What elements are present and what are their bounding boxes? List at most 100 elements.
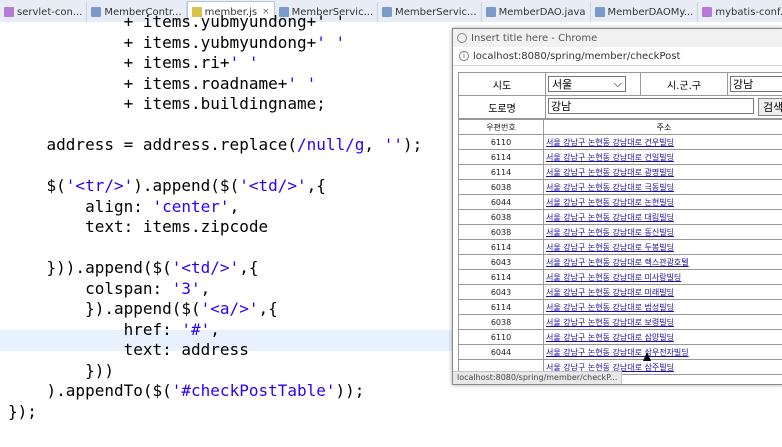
- popup-title: Insert title here - Chrome: [471, 32, 598, 44]
- table-row: 6114 서울 강남구 논현동 강남대로 광명빌딩: [458, 164, 782, 180]
- address-cell: 서울 강남구 논현동 강남대로 미래빌딩: [543, 284, 782, 300]
- code-line: text: address: [8, 340, 249, 359]
- search-form-table: 시도 서울 ⌵ 시.군.구 강남 도로명 강남 검색: [458, 72, 782, 119]
- address-column-header: 주소: [543, 119, 782, 135]
- table-row: 6114 서울 강남구 논현동 강남대로 두봉빌딩: [458, 239, 782, 255]
- code-line: $('<tr/>').append($('<td/>',{: [8, 176, 326, 195]
- java-icon: [594, 7, 605, 17]
- mouse-cursor: [643, 352, 651, 361]
- check-post-form: 시도 서울 ⌵ 시.군.구 강남 도로명 강남 검색 우편번호 주소 6110 …: [458, 72, 782, 375]
- page-icon: [457, 33, 467, 43]
- code-line: text: items.zipcode: [8, 217, 269, 236]
- address-cell: 서울 강남구 논현동 강남대로 두봉빌딩: [543, 239, 782, 255]
- address-cell: 서울 강남구 논현동 강남대로 동신빌딩: [543, 224, 782, 240]
- sigungu-label: 시.군.구: [640, 72, 728, 96]
- zipcode-cell: 6110: [458, 329, 544, 345]
- code-text: + items.yubmyundong+' ' + items.yubmyund…: [8, 12, 422, 422]
- address-cell: 서울 강남구 논현동 강남대로 미사랑빌딩: [543, 269, 782, 285]
- xml-icon: [702, 7, 713, 17]
- table-row: 6038 서울 강남구 논현동 강남대로 극동빌딩: [458, 179, 782, 195]
- zipcode-cell: 6114: [458, 239, 544, 255]
- address-link[interactable]: 서울 강남구 논현동 강남대로 건우빌딩: [546, 138, 674, 147]
- zipcode-cell: 6038: [458, 314, 544, 330]
- address-cell: 서울 강남구 논현동 강남대로 렉스관광호텔: [543, 254, 782, 270]
- table-row: 6044 서울 강남구 논현동 강남대로 삼우전자빌딩: [458, 344, 782, 360]
- table-row: 6038 서울 강남구 논현동 강남대로 대림빌딩: [458, 209, 782, 225]
- table-row: 6110 서울 강남구 논현동 강남대로 삼양빌딩: [458, 329, 782, 345]
- zipcode-cell: 6038: [458, 179, 544, 195]
- table-row: 6043 서울 강남구 논현동 강남대로 미래빌딩: [458, 284, 782, 300]
- zipcode-cell: 6044: [458, 344, 544, 360]
- address-link[interactable]: 서울 강남구 논현동 강남대로 논현빌딩: [546, 198, 674, 207]
- sigungu-select[interactable]: 강남: [730, 76, 782, 92]
- address-link[interactable]: 서울 강남구 논현동 강남대로 미사랑빌딩: [546, 273, 681, 282]
- address-link[interactable]: 서울 강남구 논현동 강남대로 미래빌딩: [546, 288, 674, 297]
- popup-url[interactable]: localhost:8080/spring/member/checkPost: [473, 51, 680, 62]
- code-line: + items.yubmyundong+' ': [8, 12, 346, 31]
- tab-label: mybatis-conf...: [715, 6, 782, 18]
- code-line: colspan: '3',: [8, 278, 211, 298]
- address-link[interactable]: 서울 강남구 논현동 강남대로 삼양빌딩: [546, 333, 674, 342]
- zipcode-cell: 6110: [458, 134, 544, 150]
- address-link[interactable]: 서울 강남구 논현동 강남대로 대림빌딩: [546, 213, 674, 222]
- table-row: 6114 서울 강남구 논현동 강남대로 범성빌딩: [458, 299, 782, 315]
- zipcode-cell: 6114: [458, 269, 544, 285]
- address-cell: 서울 강남구 논현동 강남대로 논현빌딩: [543, 194, 782, 210]
- address-link[interactable]: 서울 강남구 논현동 강남대로 범성빌딩: [546, 303, 674, 312]
- code-line: });: [8, 401, 37, 421]
- address-link[interactable]: 서울 강남구 논현동 강남대로 두봉빌딩: [546, 243, 674, 252]
- code-line: href: '#',: [8, 319, 220, 339]
- table-row: 6043 서울 강남구 논현동 강남대로 렉스관광호텔: [458, 254, 782, 270]
- editor-tab[interactable]: MemberDAO.java: [482, 2, 591, 22]
- address-cell: 서울 강남구 논현동 강남대로 범성빌딩: [543, 299, 782, 315]
- sido-select[interactable]: 서울 ⌵: [548, 76, 626, 92]
- address-cell: 서울 강남구 논현동 강남대로 삼양빌딩: [543, 329, 782, 345]
- info-icon[interactable]: i: [459, 51, 469, 61]
- code-line: + items.ri+' ': [8, 53, 259, 72]
- sido-label: 시도: [458, 72, 546, 96]
- code-line: align: 'center',: [8, 196, 240, 216]
- popup-address-bar[interactable]: i localhost:8080/spring/member/checkPost: [453, 47, 782, 66]
- zipcode-cell: 6114: [458, 299, 544, 315]
- address-cell: 서울 강남구 논현동 강남대로 삼우전자빌딩: [543, 344, 782, 360]
- chrome-popup-window[interactable]: Insert title here - Chrome i localhost:8…: [452, 28, 782, 385]
- address-link[interactable]: 서울 강남구 논현동 강남대로 삼우전자빌딩: [546, 348, 689, 357]
- code-line: address = address.replace(/null/g, '');: [8, 135, 423, 154]
- table-row: 6038 서울 강남구 논현동 강남대로 보령빌딩: [458, 314, 782, 330]
- code-line: + items.roadname+' ': [8, 73, 317, 93]
- code-line: }).append($('<a/>',{: [8, 299, 278, 318]
- code-line: })).append($('<td/>',{: [8, 258, 259, 277]
- address-cell: 서울 강남구 논현동 강남대로 건일빌딩: [543, 149, 782, 165]
- address-link[interactable]: 서울 강남구 논현동 강남대로 광명빌딩: [546, 168, 674, 177]
- code-line: + items.buildingname;: [8, 94, 326, 113]
- status-bar-url: localhost:8080/spring/member/checkP...: [453, 371, 623, 384]
- tab-label: MemberDAO.java: [498, 6, 586, 18]
- zipcode-cell: 6114: [458, 149, 544, 165]
- code-line: })): [8, 360, 114, 380]
- address-cell: 서울 강남구 논현동 강남대로 극동빌딩: [543, 179, 782, 195]
- zipcode-cell: 6044: [458, 194, 544, 210]
- table-row: 6044 서울 강남구 논현동 강남대로 논현빌딩: [458, 194, 782, 210]
- editor-tab[interactable]: mybatis-conf...: [698, 2, 782, 22]
- table-row: 6038 서울 강남구 논현동 강남대로 동신빌딩: [458, 224, 782, 240]
- zipcode-cell: 6038: [458, 224, 544, 240]
- zip-column-header: 우편번호: [458, 119, 544, 135]
- zipcode-cell: 6043: [458, 254, 544, 270]
- code-line: + items.yubmyundong+' ': [8, 32, 346, 52]
- address-link[interactable]: 서울 강남구 논현동 강남대로 보령빌딩: [546, 318, 674, 327]
- popup-titlebar[interactable]: Insert title here - Chrome: [453, 29, 782, 47]
- address-link[interactable]: 서울 강남구 논현동 강남대로 극동빌딩: [546, 183, 674, 192]
- address-link[interactable]: 서울 강남구 논현동 강남대로 동신빌딩: [546, 228, 674, 237]
- editor-tab[interactable]: MemberDAOMy...: [591, 2, 699, 22]
- tab-label: MemberDAOMy...: [607, 6, 694, 18]
- road-input[interactable]: 강남: [548, 98, 754, 114]
- java-icon: [485, 7, 496, 17]
- address-cell: 서울 강남구 논현동 강남대로 보령빌딩: [543, 314, 782, 330]
- search-button[interactable]: 검색: [758, 98, 782, 116]
- address-link[interactable]: 서울 강남구 논현동 강남대로 건일빌딩: [546, 153, 674, 162]
- address-link[interactable]: 서울 강남구 논현동 강남대로 렉스관광호텔: [546, 258, 689, 267]
- zipcode-cell: 6114: [458, 164, 544, 180]
- check-post-table: 우편번호 주소 6110 서울 강남구 논현동 강남대로 건우빌딩 6114 서울 강…: [458, 119, 782, 375]
